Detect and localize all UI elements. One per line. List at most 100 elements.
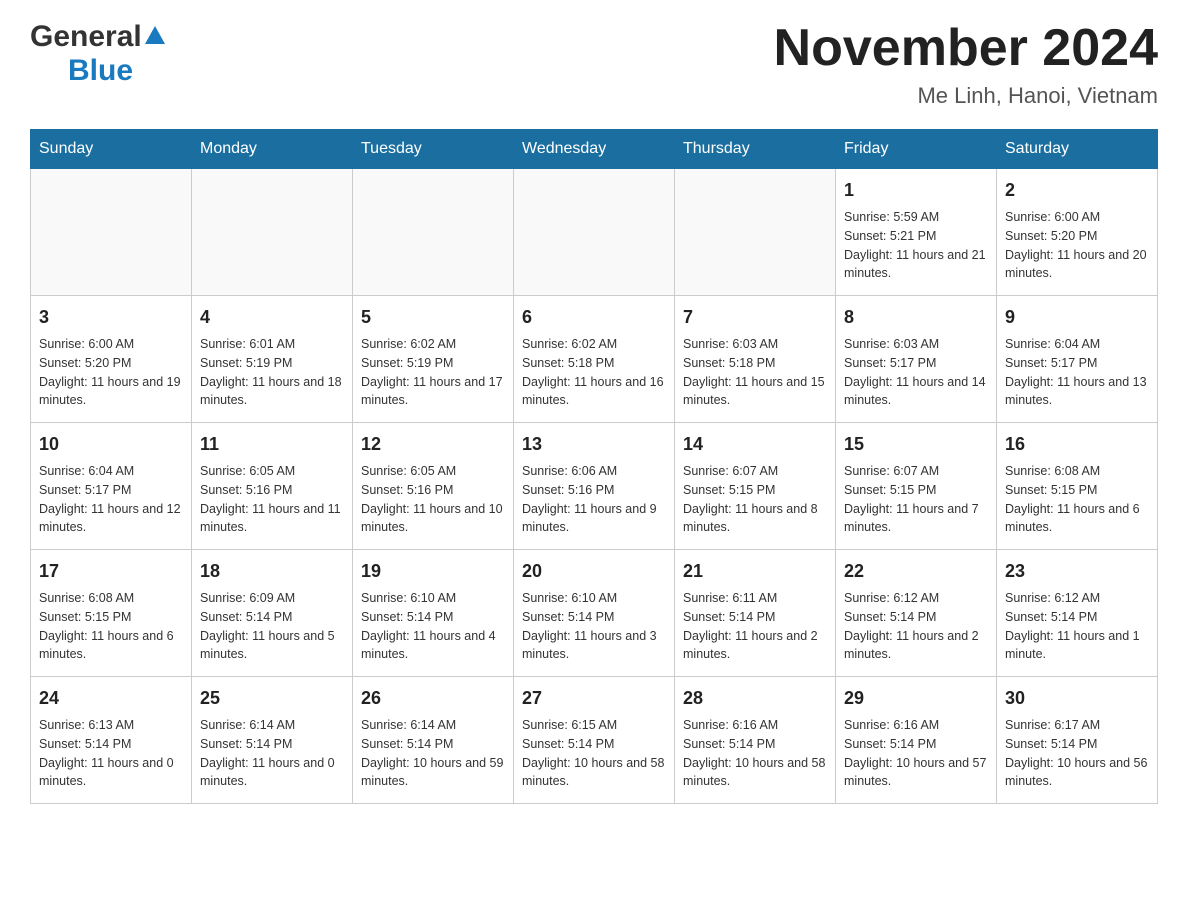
location: Me Linh, Hanoi, Vietnam [774, 83, 1158, 109]
day-number: 16 [1005, 431, 1149, 458]
day-info: Sunrise: 6:13 AMSunset: 5:14 PMDaylight:… [39, 716, 183, 791]
day-info: Sunrise: 6:14 AMSunset: 5:14 PMDaylight:… [200, 716, 344, 791]
calendar-cell: 11 Sunrise: 6:05 AMSunset: 5:16 PMDayligh… [192, 423, 353, 550]
calendar-cell [675, 169, 836, 296]
day-number: 24 [39, 685, 183, 712]
page-header: General Blue November 2024 Me Linh, Hano… [30, 20, 1158, 109]
day-info: Sunrise: 6:10 AMSunset: 5:14 PMDaylight:… [522, 589, 666, 664]
day-info: Sunrise: 6:04 AMSunset: 5:17 PMDaylight:… [39, 462, 183, 537]
calendar-cell [192, 169, 353, 296]
logo-blue-row: Blue [68, 54, 133, 88]
calendar-cell: 16 Sunrise: 6:08 AMSunset: 5:15 PMDayligh… [997, 423, 1158, 550]
calendar-cell: 23 Sunrise: 6:12 AMSunset: 5:14 PMDayligh… [997, 550, 1158, 677]
calendar-cell: 28Sunrise: 6:16 AMSunset: 5:14 PMDayligh… [675, 677, 836, 804]
day-number: 20 [522, 558, 666, 585]
day-number: 29 [844, 685, 988, 712]
day-info: Sunrise: 6:12 AMSunset: 5:14 PMDaylight:… [844, 589, 988, 664]
calendar-cell: 22 Sunrise: 6:12 AMSunset: 5:14 PMDayligh… [836, 550, 997, 677]
day-info: Sunrise: 6:00 AMSunset: 5:20 PMDaylight:… [39, 335, 183, 410]
calendar-cell: 24 Sunrise: 6:13 AMSunset: 5:14 PMDayligh… [31, 677, 192, 804]
day-number: 1 [844, 177, 988, 204]
calendar-cell: 9Sunrise: 6:04 AMSunset: 5:17 PMDaylight… [997, 296, 1158, 423]
calendar-cell: 13 Sunrise: 6:06 AMSunset: 5:16 PMDayligh… [514, 423, 675, 550]
logo-general-text: General [30, 20, 142, 54]
col-tuesday: Tuesday [353, 130, 514, 169]
calendar-cell: 12 Sunrise: 6:05 AMSunset: 5:16 PMDayligh… [353, 423, 514, 550]
logo-triangle-icon [145, 26, 165, 44]
calendar-table: Sunday Monday Tuesday Wednesday Thursday… [30, 129, 1158, 804]
day-number: 9 [1005, 304, 1149, 331]
day-number: 2 [1005, 177, 1149, 204]
day-info: Sunrise: 6:17 AMSunset: 5:14 PMDaylight:… [1005, 716, 1149, 791]
day-number: 28 [683, 685, 827, 712]
calendar-cell: 26 Sunrise: 6:14 AMSunset: 5:14 PMDayligh… [353, 677, 514, 804]
col-monday: Monday [192, 130, 353, 169]
col-sunday: Sunday [31, 130, 192, 169]
calendar-cell [353, 169, 514, 296]
col-thursday: Thursday [675, 130, 836, 169]
calendar-cell: 17 Sunrise: 6:08 AMSunset: 5:15 PMDayligh… [31, 550, 192, 677]
day-number: 3 [39, 304, 183, 331]
day-number: 17 [39, 558, 183, 585]
day-info: Sunrise: 6:12 AMSunset: 5:14 PMDaylight:… [1005, 589, 1149, 664]
calendar-cell: 10 Sunrise: 6:04 AMSunset: 5:17 PMDayligh… [31, 423, 192, 550]
day-info: Sunrise: 6:16 AMSunset: 5:14 PMDaylight:… [844, 716, 988, 791]
calendar-cell: 18Sunrise: 6:09 AMSunset: 5:14 PMDayligh… [192, 550, 353, 677]
day-info: Sunrise: 6:07 AMSunset: 5:15 PMDaylight:… [683, 462, 827, 537]
day-info: Sunrise: 6:07 AMSunset: 5:15 PMDaylight:… [844, 462, 988, 537]
day-info: Sunrise: 5:59 AMSunset: 5:21 PMDaylight:… [844, 208, 988, 283]
calendar-header-row: Sunday Monday Tuesday Wednesday Thursday… [31, 130, 1158, 169]
day-number: 25 [200, 685, 344, 712]
day-info: Sunrise: 6:05 AMSunset: 5:16 PMDaylight:… [361, 462, 505, 537]
day-number: 30 [1005, 685, 1149, 712]
day-number: 18 [200, 558, 344, 585]
day-number: 11 [200, 431, 344, 458]
day-number: 5 [361, 304, 505, 331]
calendar-cell: 6Sunrise: 6:02 AMSunset: 5:18 PMDaylight… [514, 296, 675, 423]
day-number: 12 [361, 431, 505, 458]
calendar-cell: 2Sunrise: 6:00 AMSunset: 5:20 PMDaylight… [997, 169, 1158, 296]
day-number: 27 [522, 685, 666, 712]
month-title: November 2024 [774, 20, 1158, 77]
calendar-cell [514, 169, 675, 296]
calendar-cell: 25 Sunrise: 6:14 AMSunset: 5:14 PMDayligh… [192, 677, 353, 804]
calendar-cell: 20 Sunrise: 6:10 AMSunset: 5:14 PMDayligh… [514, 550, 675, 677]
day-info: Sunrise: 6:08 AMSunset: 5:15 PMDaylight:… [1005, 462, 1149, 537]
calendar-week-4: 17 Sunrise: 6:08 AMSunset: 5:15 PMDayligh… [31, 550, 1158, 677]
day-number: 26 [361, 685, 505, 712]
calendar-week-3: 10 Sunrise: 6:04 AMSunset: 5:17 PMDayligh… [31, 423, 1158, 550]
col-saturday: Saturday [997, 130, 1158, 169]
day-number: 15 [844, 431, 988, 458]
calendar-week-2: 3 Sunrise: 6:00 AMSunset: 5:20 PMDaylight… [31, 296, 1158, 423]
day-info: Sunrise: 6:05 AMSunset: 5:16 PMDaylight:… [200, 462, 344, 537]
calendar-cell [31, 169, 192, 296]
calendar-cell: 19Sunrise: 6:10 AMSunset: 5:14 PMDayligh… [353, 550, 514, 677]
day-number: 14 [683, 431, 827, 458]
day-number: 22 [844, 558, 988, 585]
day-number: 13 [522, 431, 666, 458]
day-info: Sunrise: 6:08 AMSunset: 5:15 PMDaylight:… [39, 589, 183, 664]
calendar-cell: 3 Sunrise: 6:00 AMSunset: 5:20 PMDaylight… [31, 296, 192, 423]
calendar-cell: 8 Sunrise: 6:03 AMSunset: 5:17 PMDaylight… [836, 296, 997, 423]
day-number: 8 [844, 304, 988, 331]
day-info: Sunrise: 6:02 AMSunset: 5:19 PMDaylight:… [361, 335, 505, 410]
day-info: Sunrise: 6:10 AMSunset: 5:14 PMDaylight:… [361, 589, 505, 664]
calendar-cell: 29 Sunrise: 6:16 AMSunset: 5:14 PMDayligh… [836, 677, 997, 804]
day-info: Sunrise: 6:02 AMSunset: 5:18 PMDaylight:… [522, 335, 666, 410]
title-section: November 2024 Me Linh, Hanoi, Vietnam [774, 20, 1158, 109]
day-number: 7 [683, 304, 827, 331]
day-info: Sunrise: 6:06 AMSunset: 5:16 PMDaylight:… [522, 462, 666, 537]
day-info: Sunrise: 6:03 AMSunset: 5:18 PMDaylight:… [683, 335, 827, 410]
logo-general-row: General [30, 20, 165, 54]
calendar-cell: 14 Sunrise: 6:07 AMSunset: 5:15 PMDayligh… [675, 423, 836, 550]
calendar-cell: 1 Sunrise: 5:59 AMSunset: 5:21 PMDaylight… [836, 169, 997, 296]
calendar-cell: 4Sunrise: 6:01 AMSunset: 5:19 PMDaylight… [192, 296, 353, 423]
col-friday: Friday [836, 130, 997, 169]
day-info: Sunrise: 6:14 AMSunset: 5:14 PMDaylight:… [361, 716, 505, 791]
day-info: Sunrise: 6:01 AMSunset: 5:19 PMDaylight:… [200, 335, 344, 410]
calendar-cell: 21Sunrise: 6:11 AMSunset: 5:14 PMDayligh… [675, 550, 836, 677]
calendar-week-1: 1 Sunrise: 5:59 AMSunset: 5:21 PMDaylight… [31, 169, 1158, 296]
day-number: 10 [39, 431, 183, 458]
day-number: 23 [1005, 558, 1149, 585]
day-info: Sunrise: 6:03 AMSunset: 5:17 PMDaylight:… [844, 335, 988, 410]
